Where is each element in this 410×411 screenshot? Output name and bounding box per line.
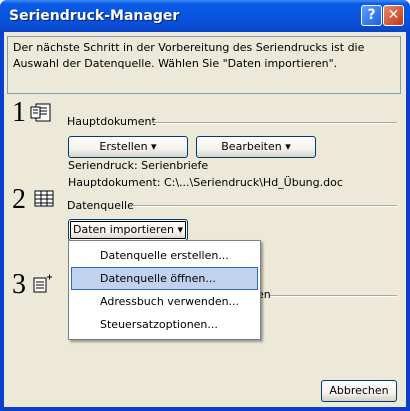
step-1-separator — [152, 122, 397, 124]
close-icon: ✕ — [387, 7, 400, 23]
menu-item-label: Steuersatzoptionen... — [100, 318, 218, 331]
step-1-number: 1 — [12, 97, 26, 128]
menu-item-label: Datenquelle öffnen... — [100, 272, 216, 285]
edit-button-label: Bearbeiten — [221, 140, 282, 153]
menu-item-create-data-source[interactable]: Datenquelle erstellen... — [71, 244, 258, 267]
data-source-icon — [34, 190, 54, 207]
dialog-body: Der nächste Schritt in der Vorbereitung … — [4, 32, 406, 407]
create-button-label: Erstellen — [99, 140, 148, 153]
menu-item-label: Datenquelle erstellen... — [100, 249, 229, 262]
chevron-down-icon: ▾ — [285, 140, 291, 153]
edit-button[interactable]: Bearbeiten ▾ — [196, 136, 316, 158]
cancel-button-label: Abbrechen — [329, 384, 389, 397]
import-data-menu: Datenquelle erstellen... Datenquelle öff… — [68, 240, 261, 340]
step-3-number: 3 — [12, 269, 26, 300]
title-bar[interactable]: Seriendruck-Manager ? ✕ — [0, 0, 410, 32]
menu-item-header-options[interactable]: Steuersatzoptionen... — [71, 313, 258, 336]
menu-item-label: Adressbuch verwenden... — [100, 295, 240, 308]
merge-type-text: Seriendruck: Serienbriefe — [68, 159, 209, 172]
import-data-button-label: Daten importieren — [73, 223, 174, 236]
instruction-text: Der nächste Schritt in der Vorbereitung … — [7, 36, 401, 94]
step-2-label: Datenquelle — [67, 199, 134, 212]
cancel-button[interactable]: Abbrechen — [321, 380, 397, 402]
step-2-separator — [132, 205, 397, 207]
main-document-path: Hauptdokument: C:\...\Seriendruck\Hd_Übu… — [68, 176, 343, 189]
main-document-icon — [30, 103, 51, 122]
help-icon: ? — [367, 7, 376, 23]
menu-item-use-address-book[interactable]: Adressbuch verwenden... — [71, 290, 258, 313]
chevron-down-icon: ▾ — [177, 223, 183, 236]
mail-merge-helper-window: Seriendruck-Manager ? ✕ Der nächste Schr… — [0, 0, 410, 411]
window-title: Seriendruck-Manager — [9, 8, 180, 24]
menu-item-open-data-source[interactable]: Datenquelle öffnen... — [71, 267, 258, 290]
chevron-down-icon: ▾ — [151, 140, 157, 153]
import-data-button[interactable]: Daten importieren ▾ — [68, 219, 188, 241]
step-3-separator — [270, 295, 397, 297]
merge-data-icon — [33, 274, 52, 293]
step-2-number: 2 — [12, 184, 26, 215]
help-button[interactable]: ? — [361, 5, 382, 26]
close-button[interactable]: ✕ — [383, 5, 404, 26]
create-button[interactable]: Erstellen ▾ — [68, 136, 188, 158]
step-1-label: Hauptdokument — [67, 115, 156, 128]
